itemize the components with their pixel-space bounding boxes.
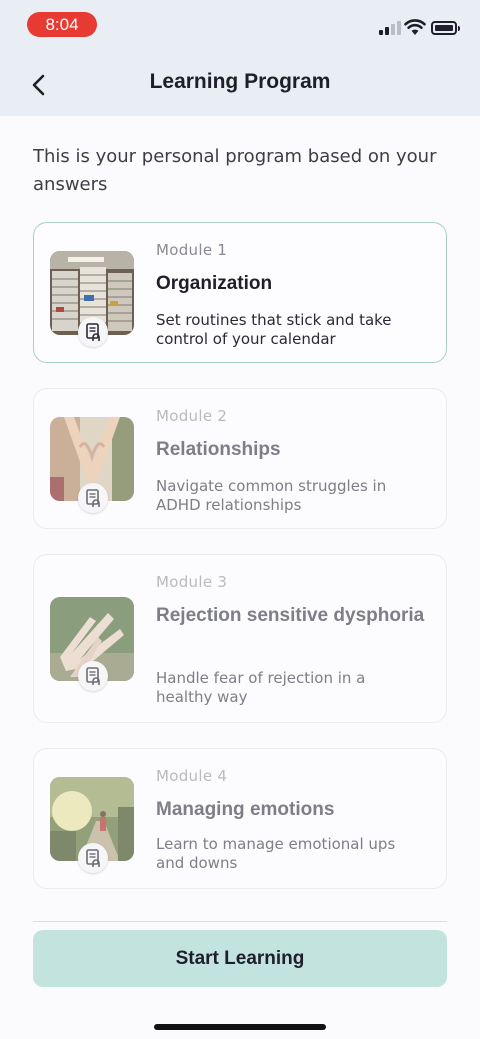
module-label: Module 2	[156, 407, 228, 425]
cellular-signal-icon	[379, 21, 401, 35]
wifi-icon	[404, 19, 426, 35]
module-label: Module 1	[156, 241, 228, 259]
module-label: Module 3	[156, 573, 228, 591]
battery-icon	[431, 21, 460, 35]
intro-text: This is your personal program based on y…	[33, 146, 437, 195]
module-description: Set routines that stick and take control…	[156, 311, 392, 348]
module-card-rejection-sensitive-dysphoria[interactable]: Module 3 Rejection sensitive dysphoria H…	[33, 554, 447, 723]
top-bar: 8:04 Learning Program	[0, 0, 480, 116]
module-card-relationships[interactable]: Module 2 Relationships Navigate common s…	[33, 388, 447, 529]
divider	[33, 921, 447, 922]
module-label: Module 4	[156, 767, 228, 785]
module-description: Handle fear of rejection in a healthy wa…	[156, 669, 366, 706]
course-badge-icon	[78, 483, 108, 513]
module-title: Rejection sensitive dysphoria	[156, 605, 425, 626]
page-title: Learning Program	[149, 70, 331, 93]
module-card-managing-emotions[interactable]: Module 4 Managing emotions Learn to mana…	[33, 748, 447, 889]
module-card-organization[interactable]: Module 1 Organization Set routines that …	[33, 222, 447, 363]
course-badge-icon	[78, 843, 108, 873]
course-badge-icon	[78, 317, 108, 347]
start-learning-button[interactable]: Start Learning	[33, 930, 447, 987]
home-indicator[interactable]	[154, 1024, 326, 1030]
module-description: Learn to manage emotional ups and downs	[156, 835, 396, 872]
course-badge-icon	[78, 661, 108, 691]
status-time: 8:04	[27, 12, 97, 37]
module-title: Managing emotions	[156, 799, 335, 820]
module-title: Relationships	[156, 439, 281, 460]
module-title: Organization	[156, 273, 273, 294]
module-description: Navigate common struggles in ADHD relati…	[156, 477, 387, 514]
